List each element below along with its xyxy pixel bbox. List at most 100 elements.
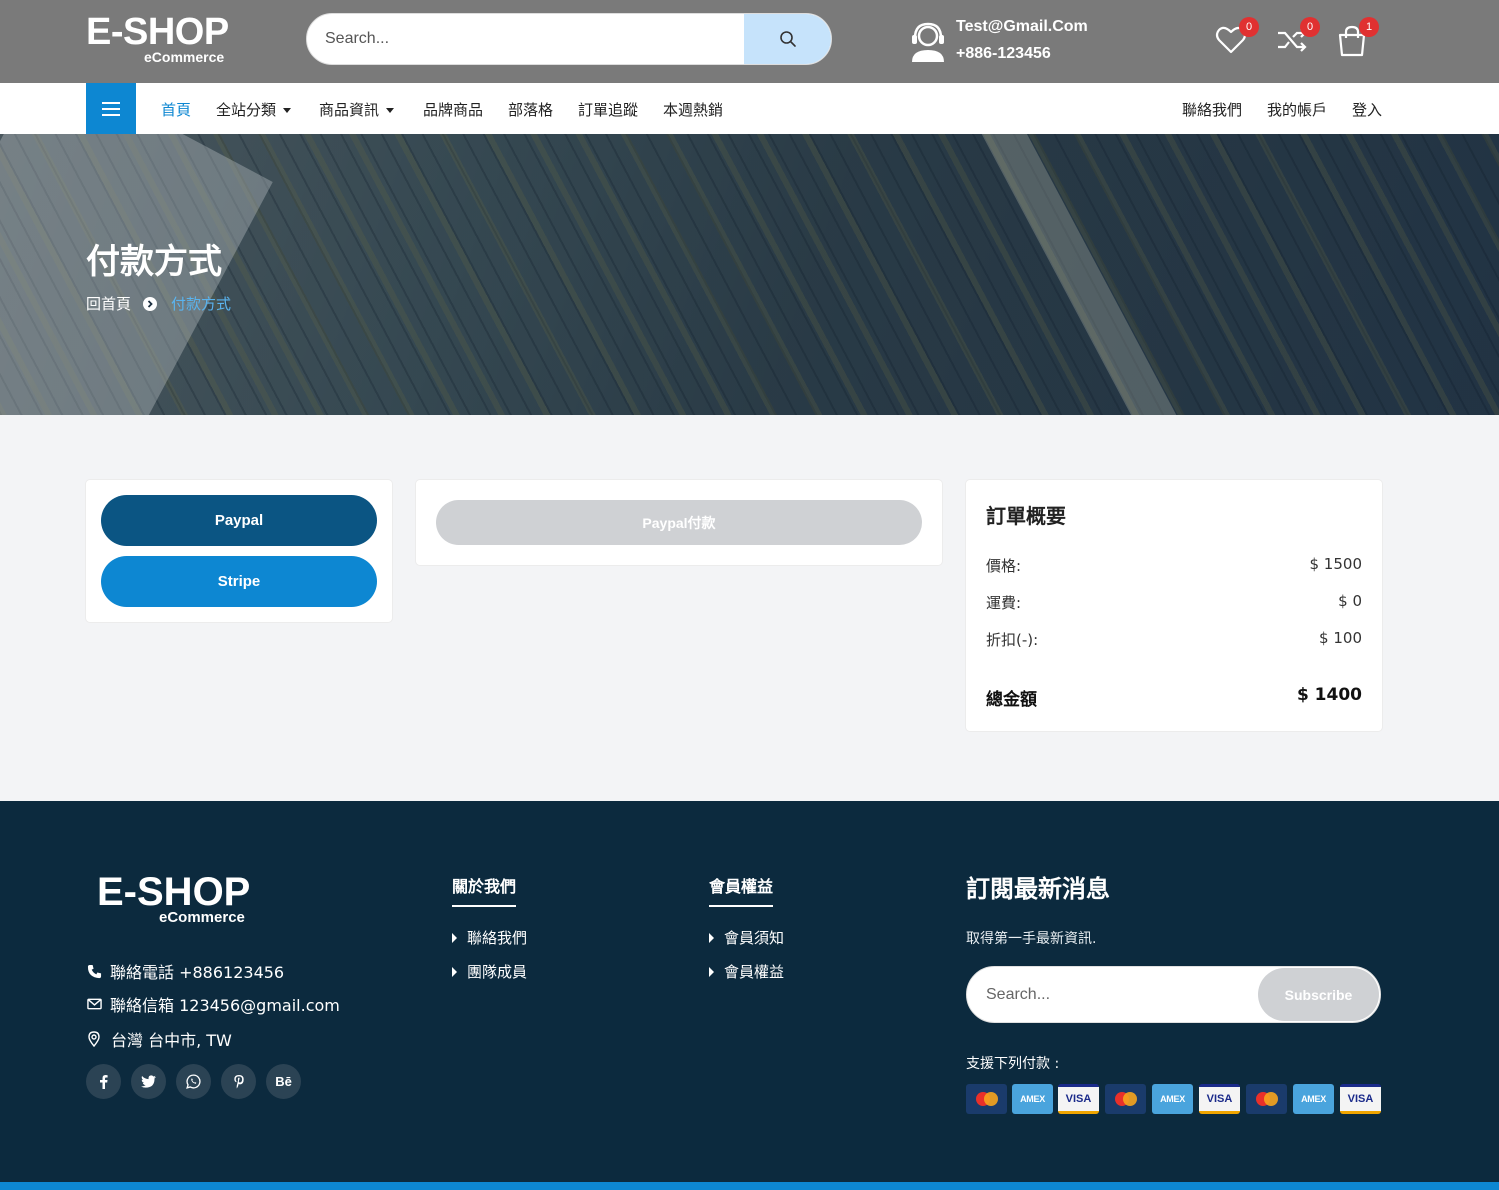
footer-bottom-bar [0, 1182, 1499, 1190]
newsletter-form: Subscribe [966, 966, 1381, 1023]
caret-right-icon [452, 932, 457, 943]
chevron-down-icon [283, 108, 292, 113]
footer-logo[interactable]: E-SHOP eCommerce [97, 870, 251, 926]
stripe-tab-button[interactable]: Stripe [101, 556, 377, 607]
chevron-right-icon [143, 296, 158, 311]
subscribe-button[interactable]: Subscribe [1258, 968, 1379, 1021]
footer-link-contact[interactable]: 聯絡我們 [452, 927, 527, 948]
twitter-link[interactable] [131, 1064, 166, 1099]
wishlist-button[interactable]: 0 [1215, 17, 1259, 59]
nav-item-product-info-label: 商品資訊 [319, 101, 380, 119]
hamburger-icon [102, 101, 120, 116]
facebook-link[interactable] [86, 1064, 121, 1099]
nav-item-order-tracking[interactable]: 訂單追蹤 [578, 99, 638, 120]
footer-address: 台灣 台中市, TW [86, 1027, 232, 1051]
whatsapp-icon [186, 1074, 201, 1089]
summary-label: 運費: [986, 594, 1022, 612]
footer-address-text: 台灣 台中市, TW [111, 1031, 232, 1050]
footer-link-team[interactable]: 團隊成員 [452, 961, 527, 982]
newsletter-heading: 訂閱最新消息 [966, 875, 1110, 903]
footer-link-label: 會員須知 [724, 929, 785, 947]
breadcrumb-current: 付款方式 [171, 295, 232, 313]
nav-item-categories-label: 全站分類 [216, 101, 277, 119]
footer-link-member-rights[interactable]: 會員權益 [709, 961, 784, 982]
cart-button[interactable]: 1 [1337, 17, 1379, 61]
search-button[interactable] [744, 14, 831, 64]
summary-row-price: 價格: $ 1500 [986, 555, 1362, 576]
map-pin-icon [86, 1031, 102, 1047]
payment-method-card: Paypal Stripe [86, 480, 392, 622]
order-summary-title: 訂單概要 [986, 504, 1066, 528]
footer-link-label: 聯絡我們 [467, 929, 528, 947]
footer-phone-text[interactable]: 聯絡電話 +886123456 [110, 959, 284, 983]
payment-action-card: Paypal付款 [416, 480, 942, 565]
visa-icon: VISA [1340, 1084, 1381, 1114]
payments-label: 支援下列付款 : [966, 1056, 1060, 1072]
summary-value: $ 1500 [1309, 555, 1363, 573]
visa-icon: VISA [1199, 1084, 1240, 1114]
contact-phone[interactable]: +886-123456 [956, 45, 1051, 63]
breadcrumb-home[interactable]: 回首頁 [86, 293, 131, 314]
site-logo[interactable]: E-SHOP eCommerce [86, 11, 229, 65]
footer-email-text[interactable]: 聯絡信箱 123456@gmail.com [110, 992, 340, 1016]
summary-row-shipping: 運費: $ 0 [986, 592, 1362, 613]
facebook-icon [100, 1075, 108, 1089]
summary-row-total: 總金額 $ 1400 [986, 685, 1362, 710]
nav-item-account[interactable]: 我的帳戶 [1267, 99, 1327, 120]
nav-item-home[interactable]: 首頁 [161, 99, 191, 120]
amex-icon: AMEX [1012, 1084, 1053, 1114]
category-menu-button[interactable] [86, 83, 136, 134]
summary-row-discount: 折扣(-): $ 100 [986, 629, 1362, 650]
footer-member-heading: 會員權益 [709, 873, 774, 907]
site-footer: E-SHOP eCommerce 聯絡電話 +886123456 聯絡信箱 12… [0, 801, 1499, 1182]
paypal-pay-button[interactable]: Paypal付款 [436, 500, 922, 545]
top-header: E-SHOP eCommerce Test@Gmail.Com +886-123… [0, 0, 1499, 83]
caret-right-icon [709, 932, 714, 943]
pinterest-icon [233, 1074, 244, 1089]
nav-item-contact[interactable]: 聯絡我們 [1182, 99, 1242, 120]
compare-count-badge: 0 [1300, 17, 1320, 37]
logo-text: E-SHOP [86, 11, 229, 53]
nav-item-product-info[interactable]: 商品資訊 [319, 99, 395, 120]
footer-about-heading: 關於我們 [452, 873, 517, 907]
caret-right-icon [709, 966, 714, 977]
chevron-down-icon [386, 108, 395, 113]
visa-icon: VISA [1058, 1084, 1099, 1114]
whatsapp-link[interactable] [176, 1064, 211, 1099]
search-bar [306, 13, 832, 65]
search-icon [779, 31, 796, 47]
footer-link-label: 團隊成員 [467, 963, 528, 981]
summary-value: $ 0 [1338, 592, 1362, 610]
summary-value: $ 100 [1319, 629, 1362, 647]
footer-link-label: 會員權益 [724, 963, 785, 981]
behance-link[interactable]: Bē [266, 1064, 301, 1099]
banner-decoration [969, 134, 1231, 415]
phone-icon [86, 963, 102, 979]
search-input[interactable] [325, 14, 745, 64]
footer-link-member-notice[interactable]: 會員須知 [709, 927, 784, 948]
footer-logo-text: E-SHOP [97, 870, 251, 914]
footer-logo-subtext: eCommerce [159, 909, 245, 926]
nav-item-categories[interactable]: 全站分類 [216, 99, 292, 120]
page-title: 付款方式 [86, 242, 222, 282]
summary-total-value: $ 1400 [1296, 685, 1362, 705]
summary-total-label: 總金額 [986, 690, 1037, 710]
nav-item-login[interactable]: 登入 [1352, 99, 1382, 120]
compare-button[interactable]: 0 [1276, 17, 1320, 59]
behance-icon: Bē [275, 1074, 292, 1089]
mastercard-icon [1246, 1084, 1287, 1114]
newsletter-text: 取得第一手最新資訊. [966, 931, 1097, 947]
logo-subtext: eCommerce [144, 49, 225, 65]
contact-email[interactable]: Test@Gmail.Com [956, 18, 1088, 36]
nav-item-brands[interactable]: 品牌商品 [423, 99, 483, 120]
summary-label: 折扣(-): [986, 631, 1039, 649]
footer-email: 聯絡信箱 123456@gmail.com [86, 992, 340, 1016]
paypal-tab-button[interactable]: Paypal [101, 495, 377, 546]
page-banner: 付款方式 回首頁 付款方式 [0, 134, 1499, 415]
newsletter-input[interactable] [986, 967, 1246, 1022]
nav-item-blog[interactable]: 部落格 [508, 99, 553, 120]
pinterest-link[interactable] [221, 1064, 256, 1099]
caret-right-icon [452, 966, 457, 977]
cart-count-badge: 1 [1359, 17, 1379, 37]
nav-item-weekly-hot[interactable]: 本週熱銷 [663, 99, 723, 120]
